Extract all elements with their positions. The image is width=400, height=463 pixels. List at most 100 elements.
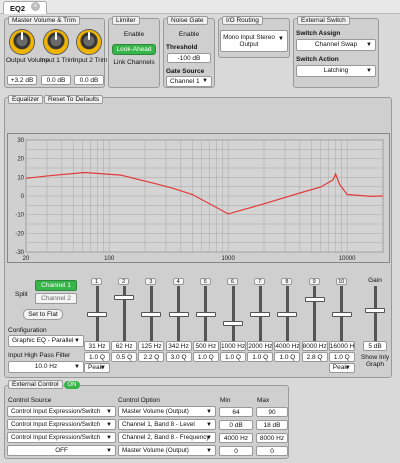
band-fader-handle[interactable]: [141, 312, 162, 317]
show-graph-toggle[interactable]: Show Inly Graph: [360, 354, 390, 368]
band-number: 4: [172, 278, 184, 285]
band-frequency[interactable]: 1000 Hz: [220, 341, 246, 351]
gain-value[interactable]: 5 dB: [363, 341, 387, 351]
control-source-select[interactable]: Control Input Expression/Switch: [7, 419, 116, 430]
tab-eq2[interactable]: EQ2: [3, 1, 47, 14]
band-frequency[interactable]: 4000 Hz: [274, 341, 301, 351]
switch-assign-label: Switch Assign: [296, 30, 341, 37]
input2-trim-value[interactable]: 0.0 dB: [74, 75, 104, 85]
eq-curve-point: [48, 175, 50, 177]
eq-curve-point: [299, 192, 301, 194]
band-q[interactable]: 1.0 Q: [274, 352, 301, 362]
control-min-value[interactable]: 4000 Hz: [219, 433, 253, 443]
band-q[interactable]: 1.0 Q: [328, 352, 355, 362]
link-channels-button[interactable]: Link Channels: [110, 58, 158, 67]
output-volume-value[interactable]: +3.2 dB: [7, 75, 37, 85]
input1-trim-value[interactable]: 0.0 dB: [41, 75, 71, 85]
input2-trim-label: Input 2 Trim: [73, 57, 108, 64]
control-option-select[interactable]: Master Volume (Output): [118, 445, 216, 456]
input2-trim-knob[interactable]: [77, 30, 101, 54]
band-filter-select[interactable]: Peak: [328, 363, 355, 373]
band-frequency[interactable]: 125 Hz: [138, 341, 165, 351]
eq-response-graph: 3020100-10-20-3020 100 1000 10000: [15, 138, 384, 262]
io-mode-select[interactable]: Mono Input Stereo Output ▼: [220, 30, 288, 52]
output-volume-knob[interactable]: [10, 30, 34, 54]
gate-enable-button[interactable]: Enable: [165, 30, 213, 39]
control-option-select[interactable]: Master Volume (Output): [118, 406, 216, 417]
threshold-label: Threshold: [166, 44, 198, 51]
control-min-value[interactable]: 0 dB: [219, 420, 253, 430]
chevron-down-icon: ▼: [278, 36, 284, 42]
band-frequency[interactable]: 16000 Hz: [328, 341, 355, 351]
band-frequency[interactable]: 62 Hz: [111, 341, 138, 351]
limiter-enable-button[interactable]: Enable: [110, 30, 158, 39]
control-max-value[interactable]: 18 dB: [256, 420, 288, 430]
band-fader-handle[interactable]: [87, 312, 107, 317]
channel1-button[interactable]: Channel 1: [35, 280, 77, 291]
eq-curve-point: [25, 177, 27, 179]
eq-curve-point: [338, 183, 340, 185]
eq-curve-point: [156, 183, 157, 185]
switch-action-select[interactable]: Latching: [296, 65, 376, 77]
configuration-select[interactable]: Graphic EQ - Parallel: [8, 335, 84, 347]
control-max-value[interactable]: 90: [256, 407, 288, 417]
band-q[interactable]: 1.0 Q: [247, 352, 274, 362]
band-number: 3: [145, 278, 157, 285]
noise-gate-title: Noise Gate: [167, 16, 208, 25]
band-q[interactable]: 2.2 Q: [138, 352, 165, 362]
eq-response-chart[interactable]: 30 20 10 0 -10 -20 -30 20 100 1000 10000: [7, 133, 390, 263]
band-frequency[interactable]: 31 Hz: [84, 341, 110, 351]
band-number: 10: [335, 278, 347, 285]
band-frequency[interactable]: 342 Hz: [165, 341, 192, 351]
band-frequency[interactable]: 2000 Hz: [247, 341, 274, 351]
input1-trim-knob[interactable]: [44, 30, 68, 54]
band-q[interactable]: 0.5 Q: [111, 352, 138, 362]
band-q[interactable]: 1.0 Q: [84, 352, 110, 362]
eq-curve-point: [84, 172, 85, 173]
gate-source-select[interactable]: Channel 1: [166, 76, 212, 87]
threshold-value[interactable]: -100 dB: [167, 53, 211, 63]
io-mode-value: Mono Input Stereo Output: [223, 34, 275, 48]
control-min-value[interactable]: 64: [219, 407, 253, 417]
band-number: 2: [118, 278, 130, 285]
band-fader-handle[interactable]: [250, 312, 271, 317]
band-frequency[interactable]: 8000 Hz: [301, 341, 328, 351]
band-fader-handle[interactable]: [304, 297, 325, 303]
control-source-select[interactable]: Control Input Expression/Switch: [7, 432, 116, 443]
control-max-value[interactable]: 8000 Hz: [256, 433, 288, 443]
eq-curve-point: [191, 194, 193, 195]
close-tab-icon[interactable]: ×: [31, 2, 40, 11]
reset-defaults-button[interactable]: Reset To Defaults: [44, 95, 104, 104]
channel2-button[interactable]: Channel 2: [35, 293, 77, 304]
eq-curve-point: [320, 186, 322, 188]
control-max-value[interactable]: 0: [256, 446, 288, 456]
band-fader-handle[interactable]: [114, 294, 135, 300]
hpf-select[interactable]: 10.0 Hz: [8, 361, 84, 373]
lookahead-button[interactable]: Look-Ahead: [112, 44, 156, 55]
band-fader-handle[interactable]: [277, 312, 298, 317]
switch-action-label: Switch Action: [296, 56, 339, 63]
control-source-select[interactable]: OFF: [7, 445, 116, 456]
limiter-title: Limiter: [112, 16, 140, 25]
band-fader-handle[interactable]: [168, 312, 189, 317]
external-switch-title: External Switch: [297, 16, 350, 25]
band-filter-select[interactable]: Peak: [84, 363, 110, 373]
eq-curve-point: [335, 173, 337, 175]
band-q[interactable]: 1.0 Q: [192, 352, 219, 362]
gain-fader-handle[interactable]: [365, 307, 385, 313]
control-option-select[interactable]: Channel 2, Band 8 - Frequency: [118, 432, 216, 443]
band-q[interactable]: 3.0 Q: [165, 352, 192, 362]
external-control-toggle[interactable]: ON: [64, 381, 80, 389]
control-option-select[interactable]: Channel 1, Band 8 - Level: [118, 419, 216, 430]
control-min-value[interactable]: 0: [219, 446, 253, 456]
band-q[interactable]: 2.8 Q: [301, 352, 328, 362]
band-fader-handle[interactable]: [331, 312, 352, 317]
external-control-title: External Control: [8, 380, 63, 389]
band-fader-handle[interactable]: [223, 320, 243, 326]
control-source-select[interactable]: Control Input Expression/Switch: [7, 406, 116, 417]
band-frequency[interactable]: 500 Hz: [192, 341, 219, 351]
set-to-flat-button[interactable]: Set to Flat: [23, 309, 63, 320]
band-q[interactable]: 1.0 Q: [220, 352, 246, 362]
switch-assign-select[interactable]: Channel Swap: [296, 39, 376, 51]
band-fader-handle[interactable]: [195, 312, 216, 317]
